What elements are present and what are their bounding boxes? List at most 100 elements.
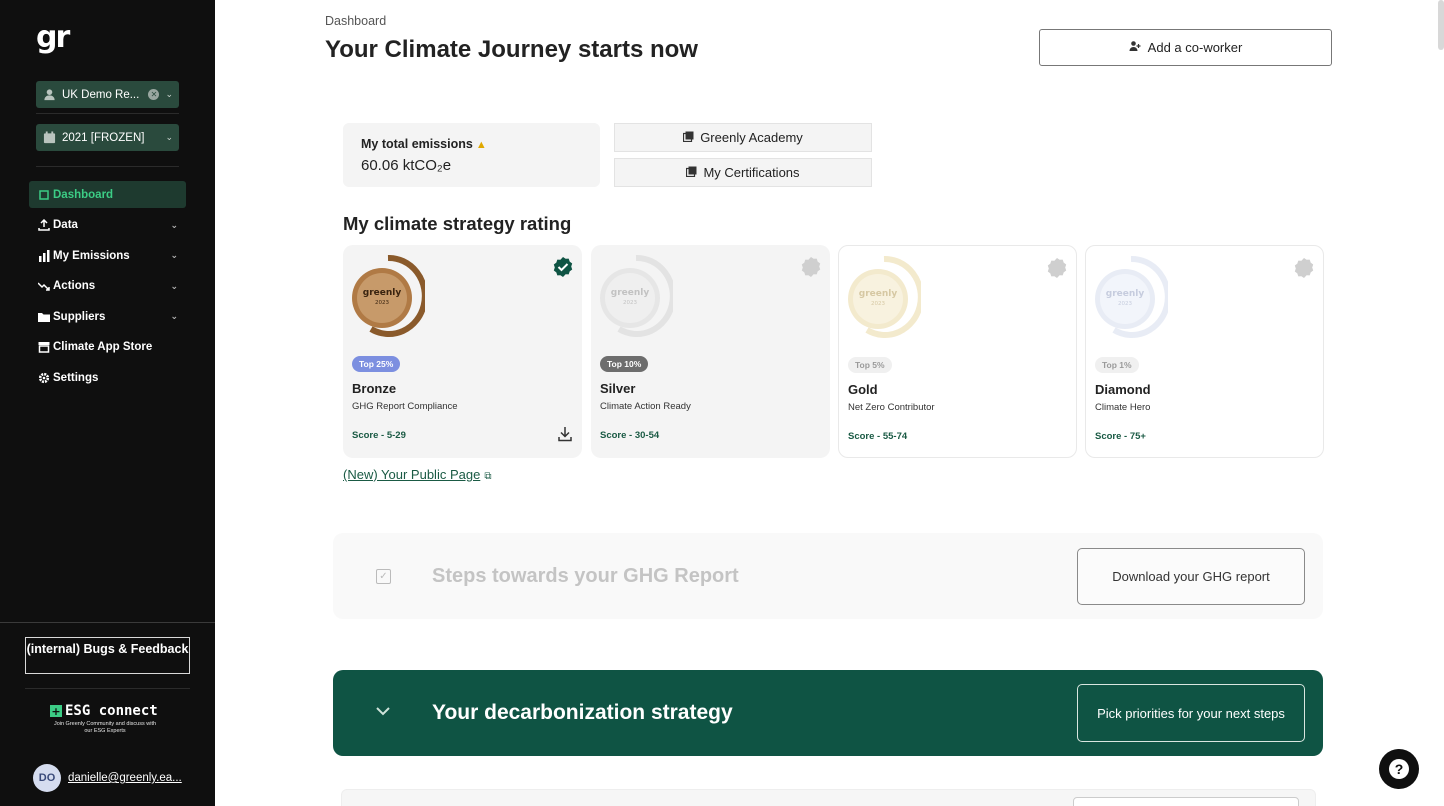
rating-name: Bronze [352,381,397,396]
greenly-academy-button[interactable]: Greenly Academy [614,123,872,152]
checkbox-icon[interactable]: ✓ [376,569,391,584]
square-icon [37,189,51,200]
sidebar-item-label: Dashboard [53,188,114,201]
esg-connect-title: ESG connect [65,703,158,719]
ghg-steps-title: Steps towards your GHG Report [432,565,739,587]
medal-year: 2023 [623,300,637,306]
folder-icon [37,311,51,323]
sidebar-item-dashboard[interactable]: Dashboard [29,181,186,208]
sidebar-item-settings[interactable]: Settings [29,364,186,391]
my-certifications-label: My Certifications [703,165,800,180]
page-title: Your Climate Journey starts now [325,36,698,63]
sidebar-item-label: Suppliers [53,310,106,323]
sidebar-item-actions[interactable]: Actions ⌄ [29,273,186,300]
medal-year: 2023 [871,301,885,307]
rating-subtitle: Net Zero Contributor [848,402,935,413]
public-page-label: (New) Your Public Page [343,467,481,482]
organization-select-value: UK Demo Re... [62,88,140,101]
download-ghg-report-button[interactable]: Download your GHG report [1077,548,1305,605]
gold-medal-icon: greenly 2023 [847,255,924,338]
sidebar-item-suppliers[interactable]: Suppliers ⌄ [29,303,186,330]
sidebar-item-my-emissions[interactable]: My Emissions ⌄ [29,242,186,269]
total-emissions-card: My total emissions ▲ 60.06 ktCO₂e [343,123,600,187]
person-icon [42,88,56,102]
store-icon [37,341,51,353]
upload-icon [37,219,51,231]
calendar-icon [42,131,56,145]
silver-medal-icon: greenly 2023 [599,254,676,337]
question-icon: ? [1389,759,1409,779]
sidebar-item-climate-app-store[interactable]: Climate App Store [29,334,186,361]
sidebar-item-label: My Emissions [53,249,130,262]
divider [0,622,215,623]
rating-score: Score - 5-29 [352,430,406,441]
rating-section-title: My climate strategy rating [343,213,572,234]
bugs-feedback-button[interactable]: (internal) Bugs & Feedback [25,637,190,674]
external-link-icon: ⧉ [484,471,492,482]
diamond-medal-icon: greenly 2023 [1094,255,1171,338]
chevron-down-icon[interactable] [376,703,390,719]
ghg-steps-section: ✓ Steps towards your GHG Report Download… [333,533,1323,619]
total-emissions-label: My total emissions [361,137,473,151]
rating-subtitle: Climate Hero [1095,402,1151,413]
public-page-link[interactable]: (New) Your Public Page ⧉ [343,467,491,482]
check-circle-icon [552,256,574,278]
download-icon[interactable] [558,426,572,442]
organization-select[interactable]: UK Demo Re... ✕ ⌄ [36,81,179,108]
locked-badge-icon [1293,257,1315,279]
decarbonization-title: Your decarbonization strategy [432,701,733,724]
total-emissions-label-row: My total emissions ▲ [361,137,582,151]
sidebar-nav: Dashboard Data ⌄ My Emissions ⌄ Actions … [29,181,186,395]
rating-name: Gold [848,382,878,397]
divider [36,113,179,114]
sidebar-item-data[interactable]: Data ⌄ [29,212,186,239]
year-select[interactable]: 2021 [FROZEN] ⌄ [36,124,179,151]
bronze-medal-icon: greenly 2023 [351,254,428,337]
rating-score: Score - 75+ [1095,431,1146,442]
rating-name: Silver [600,381,636,396]
add-coworker-label: Add a co-worker [1147,40,1243,55]
user-email[interactable]: danielle@greenly.ea... [68,772,182,784]
bar-chart-icon [37,249,51,262]
warning-icon: ▲ [475,139,487,151]
plus-icon: + [50,704,62,718]
divider [25,688,190,689]
sidebar-item-label: Climate App Store [53,341,153,353]
decarbonization-section: Your decarbonization strategy Pick prior… [333,670,1323,756]
rating-card-silver[interactable]: greenly 2023 Top 10% Silver Climate Acti… [591,245,830,458]
chevron-down-icon: ⌄ [170,311,178,321]
add-user-icon [1129,40,1141,55]
locked-badge-icon [800,256,822,278]
rating-card-bronze[interactable]: greenly 2023 Top 25% Bronze GHG Report C… [343,245,582,458]
rating-card-gold[interactable]: greenly 2023 Top 5% Gold Net Zero Contri… [838,245,1077,458]
medal-brand: greenly [611,288,650,298]
chevron-down-icon: ⌄ [170,250,178,260]
my-certifications-button[interactable]: My Certifications [614,158,872,187]
rating-score: Score - 30-54 [600,430,660,441]
app-root: gr UK Demo Re... ✕ ⌄ 2021 [FROZEN] ⌄ Das… [0,0,1444,806]
medal-brand: greenly [859,289,898,299]
rank-badge: Top 1% [1095,357,1139,373]
total-emissions-value: 60.06 ktCO₂e [361,157,452,174]
user-menu[interactable]: DO danielle@greenly.ea... [33,764,182,792]
breadcrumb: Dashboard [325,14,387,28]
rating-card-diamond[interactable]: greenly 2023 Top 1% Diamond Climate Hero… [1085,245,1324,458]
sidebar-item-label: Settings [53,371,99,384]
esg-connect-banner[interactable]: + ESG connect Join Greenly Community and… [50,703,180,735]
year-select-value: 2021 [FROZEN] [62,131,145,144]
chevron-down-icon: ⌄ [170,280,178,291]
pick-priorities-button[interactable]: Pick priorities for your next steps [1077,684,1305,742]
medal-brand: greenly [363,288,402,298]
rating-subtitle: Climate Action Ready [600,401,691,412]
help-button[interactable]: ? [1379,749,1419,789]
rating-subtitle: GHG Report Compliance [352,401,458,412]
gear-icon [37,372,51,384]
greenly-logo[interactable]: gr [36,20,70,55]
add-coworker-button[interactable]: Add a co-worker [1039,29,1332,66]
external-link-icon [683,131,694,145]
next-section-button[interactable] [1073,797,1299,806]
medal-year: 2023 [375,300,389,306]
clear-icon[interactable]: ✕ [148,89,160,100]
divider [36,166,179,167]
scrollbar[interactable] [1438,0,1444,50]
